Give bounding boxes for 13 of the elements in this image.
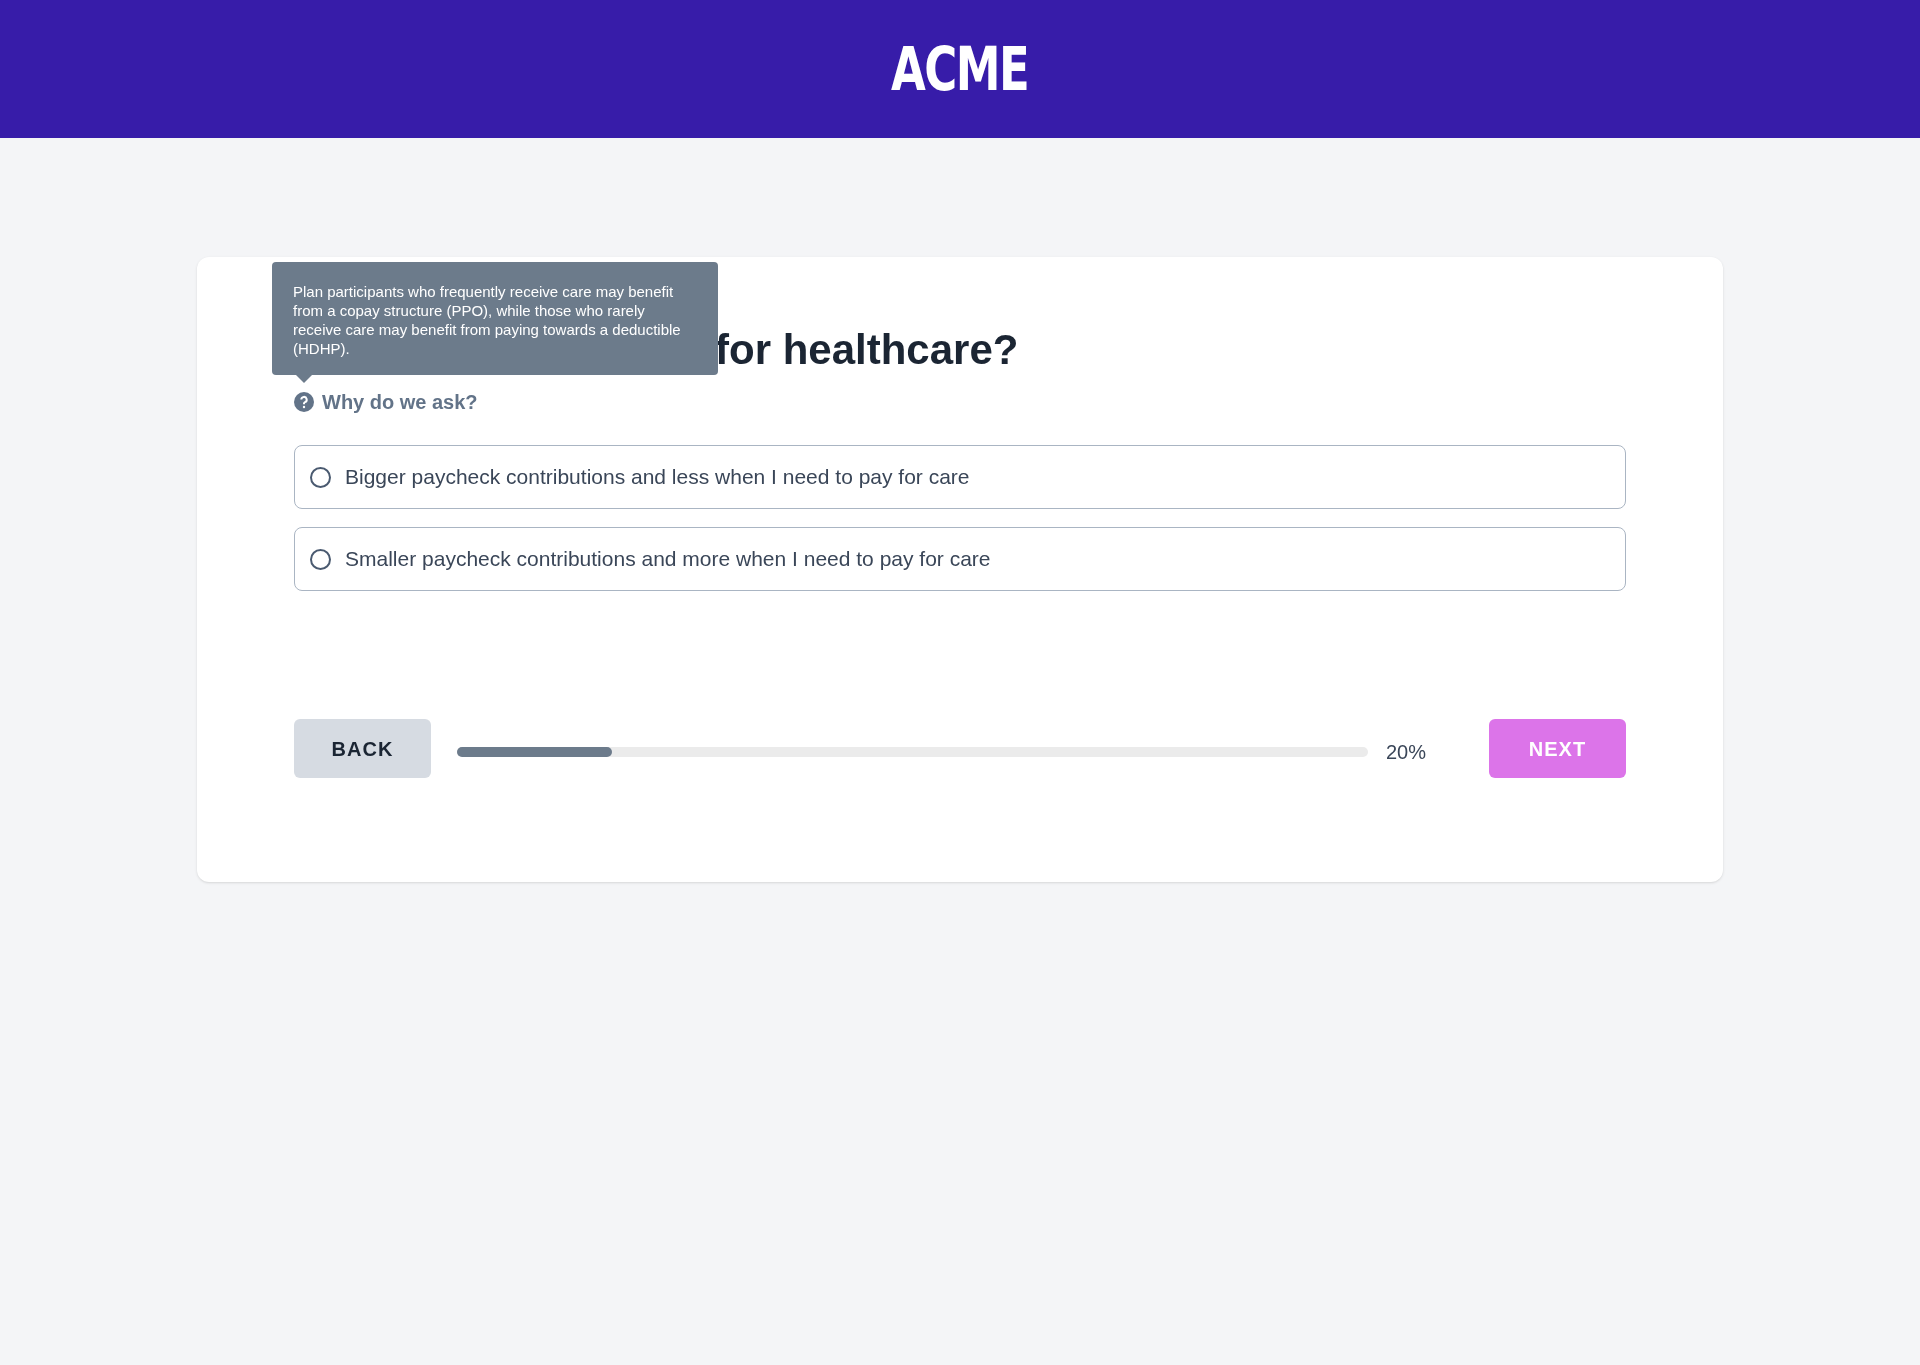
why-link[interactable]: Why do we ask?: [322, 387, 478, 417]
option-label: Bigger paycheck contributions and less when I need to pay for care: [345, 464, 970, 491]
answer-option[interactable]: Bigger paycheck contributions and less when I need to pay for care: [294, 445, 1626, 509]
back-button[interactable]: BACK: [294, 719, 431, 778]
answer-option[interactable]: Smaller paycheck contributions and more when I need to pay for care: [294, 527, 1626, 591]
radio-button[interactable]: [310, 466, 331, 488]
radio-button[interactable]: [310, 548, 331, 570]
progress-percent: 20%: [1386, 739, 1427, 765]
option-label: Smaller paycheck contributions and more when I need to pay for care: [345, 546, 991, 573]
help-icon: [294, 392, 314, 412]
question-title: for healthcare?: [715, 324, 1019, 375]
tooltip-pointer: [296, 375, 312, 383]
logo: ACME: [891, 33, 1029, 106]
